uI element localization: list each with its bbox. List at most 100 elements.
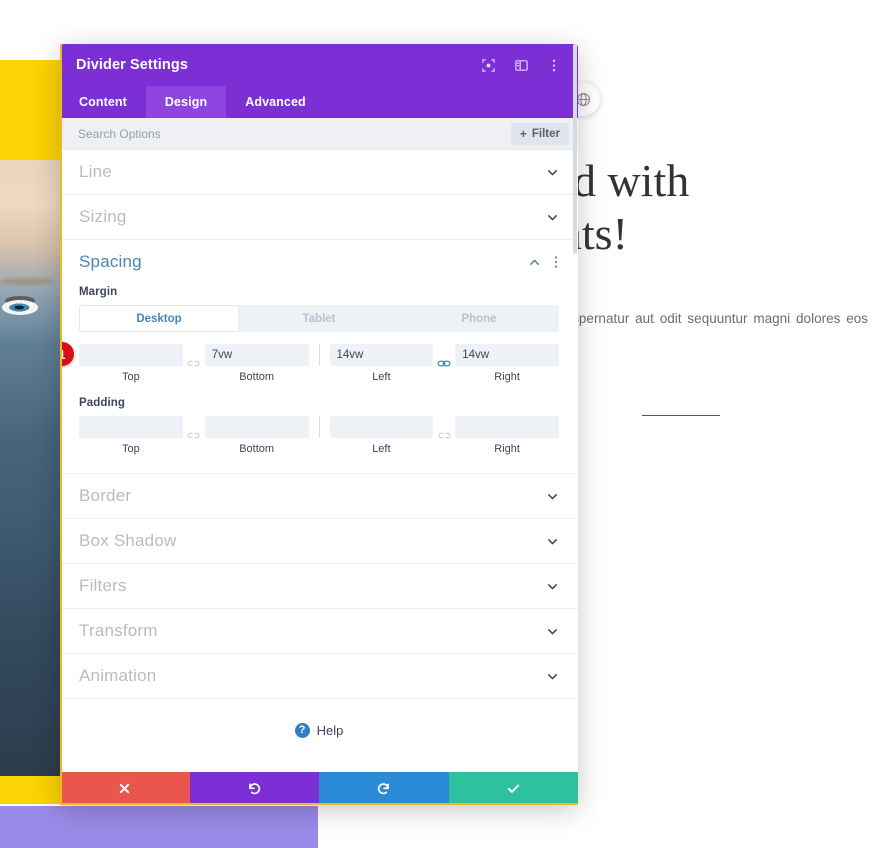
padding-top-cell: Top	[79, 416, 183, 455]
chevron-down-icon	[545, 669, 559, 683]
margin-bottom-cell: Bottom	[204, 344, 309, 383]
photo-eye	[2, 300, 38, 315]
tab-advanced[interactable]: Advanced	[226, 86, 325, 118]
chevron-down-icon	[545, 489, 559, 503]
modal-scrollbar[interactable]	[573, 44, 577, 254]
section-spacing-header[interactable]: Spacing	[79, 240, 559, 284]
margin-right-caption: Right	[494, 371, 520, 383]
link-connected-icon[interactable]	[433, 353, 455, 375]
device-tab-phone[interactable]: Phone	[399, 305, 559, 332]
chevron-up-icon[interactable]	[527, 255, 541, 269]
save-button[interactable]	[448, 772, 578, 804]
chevron-down-icon	[545, 579, 559, 593]
section-line[interactable]: Line	[60, 150, 578, 195]
page-hero-photo	[0, 160, 60, 776]
section-animation-title: Animation	[79, 666, 157, 685]
undo-button[interactable]	[189, 772, 319, 804]
margin-top-input[interactable]	[79, 344, 183, 366]
action-bar	[60, 772, 578, 804]
padding-bottom-input[interactable]	[204, 416, 309, 438]
section-spacing-title: Spacing	[79, 252, 142, 271]
device-tabs: Desktop Tablet Phone	[79, 305, 559, 332]
padding-top-input[interactable]	[79, 416, 183, 438]
tab-design[interactable]: Design	[145, 86, 227, 118]
section-transform-header[interactable]: Transform	[79, 609, 559, 653]
modal-body[interactable]: Line Sizing Spacing Margin Desktop Table…	[60, 150, 578, 772]
padding-top-bottom-pair: Top Bottom	[79, 416, 309, 455]
plus-icon: +	[519, 126, 527, 141]
device-tab-tablet[interactable]: Tablet	[239, 305, 399, 332]
chevron-down-icon	[545, 165, 559, 179]
chevron-down-icon	[545, 534, 559, 548]
page-yellow-block-top	[0, 60, 60, 160]
padding-right-caption: Right	[494, 443, 520, 455]
link-broken-icon[interactable]	[183, 353, 205, 375]
section-border-header[interactable]: Border	[79, 474, 559, 518]
margin-left-input[interactable]	[329, 344, 434, 366]
panel-layout-icon[interactable]	[513, 57, 529, 73]
padding-left-caption: Left	[372, 443, 391, 455]
tab-content[interactable]: Content	[60, 86, 146, 118]
section-animation[interactable]: Animation	[60, 654, 578, 699]
device-tab-desktop[interactable]: Desktop	[79, 305, 239, 332]
margin-right-input[interactable]	[455, 344, 559, 366]
margin-left-caption: Left	[372, 371, 391, 383]
modal-header: Divider Settings	[60, 44, 578, 86]
margin-top-cell: Top	[79, 344, 183, 383]
section-line-title: Line	[79, 162, 112, 181]
more-options-icon[interactable]	[546, 57, 562, 73]
photo-eyebrow	[0, 278, 54, 285]
focus-icon[interactable]	[480, 57, 496, 73]
spacing-divider	[318, 344, 320, 366]
step-badge-1: 1	[60, 342, 74, 366]
section-border-title: Border	[79, 486, 132, 505]
chevron-down-icon	[545, 210, 559, 224]
section-filters[interactable]: Filters	[60, 564, 578, 609]
padding-bottom-cell: Bottom	[204, 416, 309, 455]
modal-outline-bottom	[60, 803, 578, 805]
help-label: Help	[316, 722, 344, 738]
section-filters-title: Filters	[79, 576, 127, 595]
padding-right-input[interactable]	[455, 416, 559, 438]
filter-button[interactable]: + Filter	[510, 122, 569, 145]
padding-right-cell: Right	[455, 416, 559, 455]
section-spacing[interactable]: Spacing Margin Desktop Tablet Phone 1 To…	[60, 240, 578, 474]
margin-label: Margin	[79, 286, 118, 298]
section-sizing[interactable]: Sizing	[60, 195, 578, 240]
section-animation-header[interactable]: Animation	[79, 654, 559, 698]
margin-top-caption: Top	[122, 371, 140, 383]
section-line-header[interactable]: Line	[79, 150, 559, 194]
page-yellow-block-bottom	[0, 776, 60, 804]
margin-bottom-input[interactable]	[204, 344, 309, 366]
section-transform[interactable]: Transform	[60, 609, 578, 654]
redo-button[interactable]	[319, 772, 449, 804]
page-title: Divider Settings	[76, 57, 188, 73]
spacing-body: Margin Desktop Tablet Phone 1 Top 7vw Bo…	[60, 286, 559, 473]
section-box-shadow-title: Box Shadow	[79, 531, 177, 550]
padding-left-input[interactable]	[329, 416, 434, 438]
modal-outline-left	[60, 44, 62, 804]
help-row[interactable]: ? Help	[60, 699, 578, 761]
section-box-shadow[interactable]: Box Shadow	[60, 519, 578, 564]
link-broken-icon[interactable]	[433, 425, 455, 447]
section-sizing-title: Sizing	[79, 207, 127, 226]
padding-row: Top Bottom Left Right	[79, 416, 559, 455]
search-input[interactable]	[78, 126, 511, 141]
padding-top-caption: Top	[122, 443, 140, 455]
margin-left-cell: Left	[329, 344, 434, 383]
modal-header-icons	[480, 57, 562, 73]
link-broken-icon[interactable]	[183, 425, 205, 447]
section-options-icon[interactable]	[553, 255, 559, 269]
section-sizing-header[interactable]: Sizing	[79, 195, 559, 239]
cancel-button[interactable]	[60, 772, 190, 804]
padding-bottom-caption: Bottom	[239, 443, 275, 455]
page-divider-rule	[642, 415, 720, 416]
section-transform-title: Transform	[79, 621, 158, 640]
chevron-down-icon	[545, 624, 559, 638]
help-icon: ?	[294, 722, 310, 738]
section-filters-header[interactable]: Filters	[79, 564, 559, 608]
spacing-divider	[318, 416, 320, 438]
section-box-shadow-header[interactable]: Box Shadow	[79, 519, 559, 563]
section-border[interactable]: Border	[60, 474, 578, 519]
padding-left-right-pair: Left Right	[329, 416, 559, 455]
